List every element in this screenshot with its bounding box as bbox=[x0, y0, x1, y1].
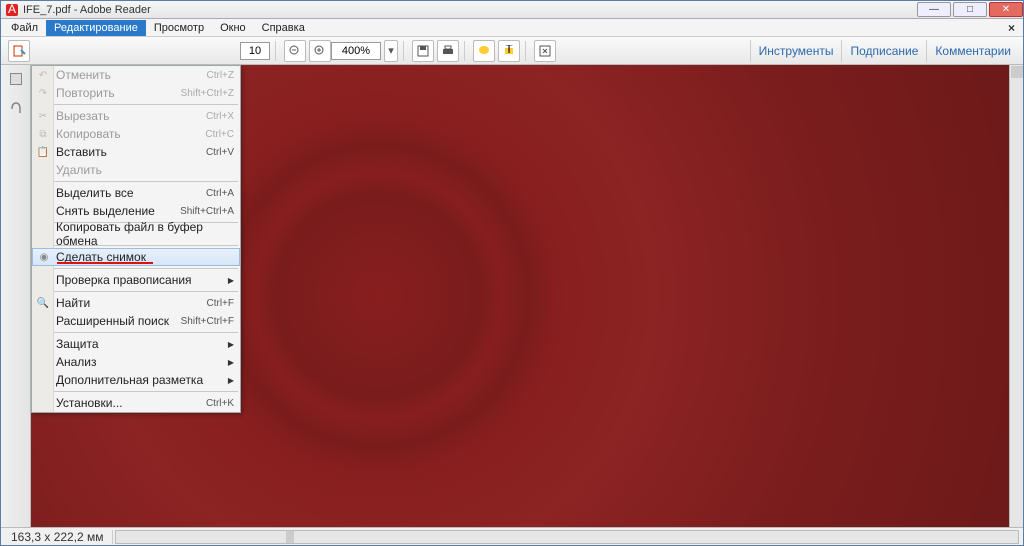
menu-item-label: Анализ bbox=[56, 355, 97, 369]
menu-item-label: Вырезать bbox=[56, 109, 109, 123]
highlight-button[interactable]: T bbox=[498, 40, 520, 62]
export-pdf-button[interactable] bbox=[8, 40, 30, 62]
statusbar: 163,3 x 222,2 мм bbox=[1, 527, 1023, 545]
maximize-button[interactable]: □ bbox=[953, 2, 987, 17]
menu-item[interactable]: Защита ▶ bbox=[32, 335, 240, 353]
menu-item[interactable]: Проверка правописания ▶ bbox=[32, 271, 240, 289]
page-number-input[interactable] bbox=[240, 42, 270, 60]
menu-item[interactable]: Дополнительная разметка ▶ bbox=[32, 371, 240, 389]
menu-window[interactable]: Окно bbox=[212, 20, 254, 36]
menu-edit[interactable]: Редактирование bbox=[46, 20, 146, 36]
svg-text:A: A bbox=[8, 3, 16, 16]
paste-icon: 📋 bbox=[36, 145, 50, 159]
zoom-out-button[interactable] bbox=[284, 40, 306, 62]
menu-item[interactable]: Установки... Ctrl+K bbox=[32, 394, 240, 412]
menu-item[interactable]: Анализ ▶ bbox=[32, 353, 240, 371]
menu-help[interactable]: Справка bbox=[254, 20, 313, 36]
menu-item[interactable]: Выделить все Ctrl+A bbox=[32, 184, 240, 202]
page-dimensions: 163,3 x 222,2 мм bbox=[3, 530, 113, 544]
read-mode-button[interactable] bbox=[534, 40, 556, 62]
menu-item[interactable]: Копировать файл в буфер обмена bbox=[32, 225, 240, 243]
find-icon: 🔍 bbox=[36, 296, 50, 310]
menu-item-label: Выделить все bbox=[56, 186, 134, 200]
menu-item: Удалить bbox=[32, 161, 240, 179]
menu-shortcut: Ctrl+C bbox=[205, 129, 234, 140]
toolbar: ▾ T Инструменты Подписание Комментарии bbox=[1, 37, 1023, 65]
menu-item[interactable]: 📋 Вставить Ctrl+V bbox=[32, 143, 240, 161]
redo-icon: ↷ bbox=[36, 86, 50, 100]
horizontal-scrollbar[interactable] bbox=[115, 530, 1019, 544]
menu-item-label: Снять выделение bbox=[56, 204, 155, 218]
comments-tab[interactable]: Комментарии bbox=[926, 40, 1019, 62]
menu-item[interactable]: Расширенный поиск Shift+Ctrl+F bbox=[32, 312, 240, 330]
submenu-arrow-icon: ▶ bbox=[228, 276, 234, 285]
undo-icon: ↶ bbox=[36, 68, 50, 82]
window-title: IFE_7.pdf - Adobe Reader bbox=[23, 4, 151, 16]
snapshot-icon: ◉ bbox=[37, 250, 51, 264]
comment-button[interactable] bbox=[473, 40, 495, 62]
zoom-dropdown-button[interactable]: ▾ bbox=[384, 40, 398, 62]
menu-item-label: Проверка правописания bbox=[56, 273, 192, 287]
menu-item-label: Удалить bbox=[56, 163, 102, 177]
vertical-scrollbar[interactable] bbox=[1009, 65, 1023, 527]
submenu-arrow-icon: ▶ bbox=[228, 376, 234, 385]
menu-item[interactable]: ◉Сделать снимок bbox=[32, 248, 240, 266]
zoom-in-button[interactable] bbox=[309, 40, 331, 62]
menu-item: ↷ Повторить Shift+Ctrl+Z bbox=[32, 84, 240, 102]
menu-item: ⧉ Копировать Ctrl+C bbox=[32, 125, 240, 143]
menu-shortcut: Ctrl+X bbox=[206, 111, 234, 122]
save-button[interactable] bbox=[412, 40, 434, 62]
menu-item: ✂ Вырезать Ctrl+X bbox=[32, 107, 240, 125]
menu-item-label: Установки... bbox=[56, 396, 123, 410]
menu-item-label: Копировать файл в буфер обмена bbox=[56, 220, 234, 248]
menu-item-label: Расширенный поиск bbox=[56, 314, 169, 328]
submenu-arrow-icon: ▶ bbox=[228, 358, 234, 367]
menu-shortcut: Ctrl+F bbox=[207, 298, 235, 309]
titlebar: A IFE_7.pdf - Adobe Reader — □ ✕ bbox=[1, 1, 1023, 19]
menu-shortcut: Ctrl+Z bbox=[207, 70, 235, 81]
cut-icon: ✂ bbox=[36, 109, 50, 123]
menu-item-label: Дополнительная разметка bbox=[56, 373, 203, 387]
app-icon: A bbox=[5, 3, 19, 17]
menu-shortcut: Shift+Ctrl+Z bbox=[181, 88, 234, 99]
svg-text:T: T bbox=[505, 45, 513, 56]
menu-shortcut: Ctrl+A bbox=[206, 188, 234, 199]
menu-view[interactable]: Просмотр bbox=[146, 20, 212, 36]
submenu-arrow-icon: ▶ bbox=[228, 340, 234, 349]
print-button[interactable] bbox=[437, 40, 459, 62]
close-button[interactable]: ✕ bbox=[989, 2, 1023, 17]
menu-item-label: Вставить bbox=[56, 145, 107, 159]
edit-menu-dropdown: ↶ Отменить Ctrl+Z ↷ Повторить Shift+Ctrl+Z ✂ Вы… bbox=[31, 65, 241, 413]
menu-shortcut: Ctrl+V bbox=[206, 147, 234, 158]
menu-file[interactable]: Файл bbox=[3, 20, 46, 36]
menu-item[interactable]: Снять выделение Shift+Ctrl+A bbox=[32, 202, 240, 220]
menu-shortcut: Shift+Ctrl+F bbox=[181, 316, 234, 327]
menu-item-label: Копировать bbox=[56, 127, 121, 141]
attachments-icon[interactable] bbox=[6, 99, 26, 119]
menu-item-label: Найти bbox=[56, 296, 90, 310]
menu-shortcut: Ctrl+K bbox=[206, 398, 234, 409]
menu-item: ↶ Отменить Ctrl+Z bbox=[32, 66, 240, 84]
thumbnails-icon[interactable] bbox=[6, 69, 26, 89]
tools-tab[interactable]: Инструменты bbox=[750, 40, 842, 62]
navigation-pane bbox=[1, 65, 31, 527]
menu-item-label: Защита bbox=[56, 337, 99, 351]
minimize-button[interactable]: — bbox=[917, 2, 951, 17]
workspace: ↶ Отменить Ctrl+Z ↷ Повторить Shift+Ctrl+Z ✂ Вы… bbox=[1, 65, 1023, 527]
menu-shortcut: Shift+Ctrl+A bbox=[180, 206, 234, 217]
menu-item[interactable]: 🔍 Найти Ctrl+F bbox=[32, 294, 240, 312]
zoom-input[interactable] bbox=[331, 42, 381, 60]
copy-icon: ⧉ bbox=[36, 127, 50, 141]
menu-item-label: Повторить bbox=[56, 86, 115, 100]
menubar: Файл Редактирование Просмотр Окно Справк… bbox=[1, 19, 1023, 37]
sign-tab[interactable]: Подписание bbox=[841, 40, 926, 62]
close-doc-button[interactable]: × bbox=[1008, 21, 1021, 35]
menu-item-label: Отменить bbox=[56, 68, 111, 82]
